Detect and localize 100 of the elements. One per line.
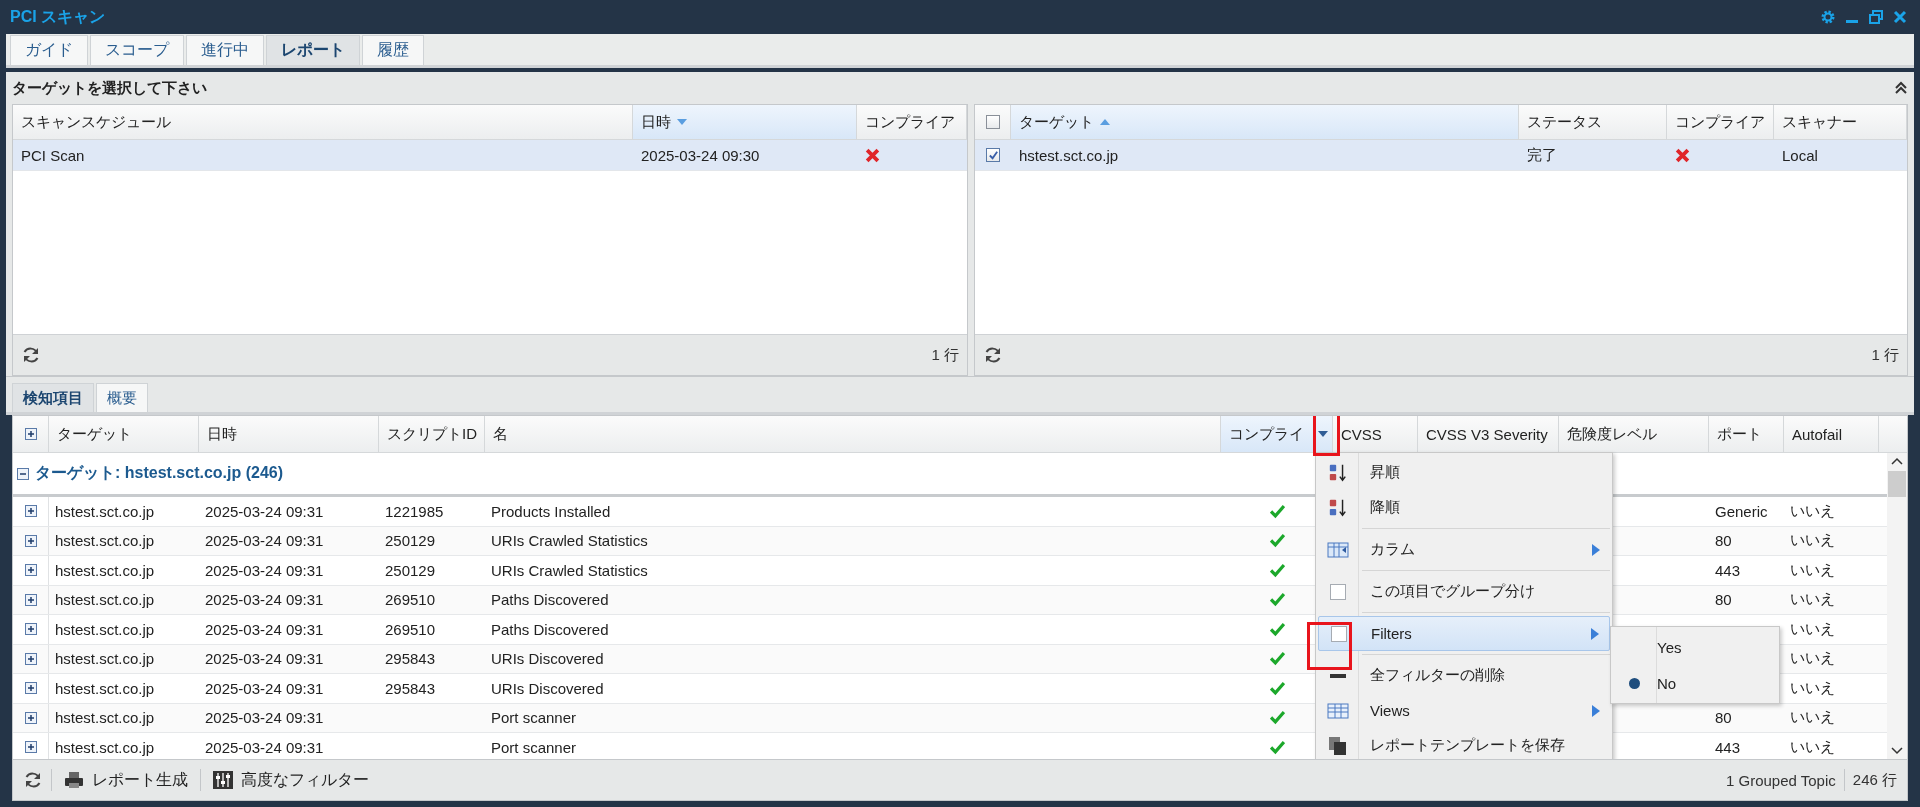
table-cell-text: hstest.sct.co.jp: [54, 561, 156, 579]
expand-row-icon[interactable]: [24, 534, 37, 547]
table-cell-text: Local: [1781, 146, 1819, 164]
expand-row-icon[interactable]: [24, 711, 37, 724]
expand-row-icon[interactable]: [24, 652, 37, 665]
column-header[interactable]: コンプライア: [857, 105, 967, 139]
table-cell: Generic: [1715, 502, 1768, 520]
target-row[interactable]: hstest.sct.co.jp 完了 Local: [975, 140, 1907, 171]
scrollbar-thumb[interactable]: [1888, 471, 1906, 497]
scroll-up-icon[interactable]: [1891, 457, 1903, 465]
column-header[interactable]: スキャナー: [1774, 105, 1907, 139]
minus-icon: [1330, 673, 1346, 678]
copy-icon: [1327, 735, 1349, 756]
tab[interactable]: 検知項目: [12, 383, 94, 412]
menu-item[interactable]: Yes: [1611, 629, 1779, 665]
highlight-frame: [1313, 416, 1340, 456]
table-cell-text: Port scanner: [490, 738, 578, 756]
table-cell-text: 2025-03-24 09:31: [204, 502, 325, 520]
table-cell-text: URIs Discovered: [490, 679, 605, 697]
tab[interactable]: 進行中: [186, 35, 264, 65]
row-checkbox[interactable]: [986, 148, 1000, 162]
table-cell: 250129: [385, 532, 436, 550]
table-cell: 443: [1715, 738, 1741, 756]
toolbar-button[interactable]: レポート生成: [60, 767, 192, 793]
table-cell-text: いいえ: [1789, 678, 1836, 698]
scroll-down-icon[interactable]: [1891, 747, 1903, 755]
table-cell-text: hstest.sct.co.jp: [54, 620, 156, 638]
table-cell-text: いいえ: [1789, 708, 1836, 728]
schedule-row[interactable]: PCI Scan 2025-03-24 09:30: [13, 140, 967, 171]
table-cell-text: いいえ: [1789, 619, 1836, 639]
table-cell-text: 2025-03-24 09:31: [204, 561, 325, 579]
tab[interactable]: スコープ: [90, 35, 184, 65]
table-cell-text: hstest.sct.co.jp: [54, 738, 156, 756]
expand-row-icon[interactable]: [24, 593, 37, 606]
window-title: PCI スキャン: [10, 6, 106, 27]
table-cell-text: URIs Discovered: [490, 650, 605, 668]
expand-all-icon[interactable]: [24, 428, 37, 440]
table-cell-text: hstest.sct.co.jp: [1018, 146, 1120, 164]
menu-item[interactable]: 全フィルターの削除: [1318, 658, 1610, 693]
refresh-icon[interactable]: [23, 770, 43, 790]
column-header[interactable]: ターゲット: [49, 416, 199, 452]
table-cell: 443: [1715, 561, 1741, 579]
column-header[interactable]: コンプライ: [1221, 416, 1333, 452]
columns-icon: [1327, 539, 1349, 560]
table-cell-text: hstest.sct.co.jp: [54, 591, 156, 609]
group-info: 1 Grouped Topic: [1726, 771, 1836, 789]
row-count: 1 行: [931, 345, 959, 365]
refresh-icon[interactable]: [21, 345, 41, 365]
menu-item[interactable]: この項目でグループ分け: [1318, 574, 1610, 609]
table-cell-text: いいえ: [1789, 590, 1836, 610]
column-header[interactable]: ステータス: [1519, 105, 1667, 139]
table-cell-text: Paths Discovered: [490, 620, 610, 638]
tab[interactable]: 概要: [96, 383, 148, 412]
menu-item[interactable]: No: [1611, 665, 1779, 701]
column-header[interactable]: ポート: [1709, 416, 1784, 452]
collapse-icon[interactable]: [1894, 81, 1908, 95]
table-cell-text: URIs Crawled Statistics: [490, 561, 649, 579]
tab[interactable]: レポート: [266, 35, 360, 65]
table-cell-text: いいえ: [1789, 501, 1836, 521]
column-header[interactable]: 日時: [633, 105, 857, 139]
table-cell-text: 2025-03-24 09:31: [204, 709, 325, 727]
menu-item[interactable]: Filters: [1318, 616, 1610, 651]
menu-item[interactable]: カラム: [1318, 532, 1610, 567]
column-header[interactable]: 日時: [199, 416, 379, 452]
highlight-frame: [1307, 622, 1352, 670]
row-count: 246 行: [1852, 770, 1897, 790]
expand-row-icon[interactable]: [24, 564, 37, 577]
restore-icon[interactable]: [1868, 9, 1884, 25]
expand-row-icon[interactable]: [24, 505, 37, 518]
table-cell-text: Paths Discovered: [490, 591, 610, 609]
select-all-checkbox[interactable]: [985, 115, 1000, 129]
column-header[interactable]: スクリプトID: [379, 416, 485, 452]
settings-icon[interactable]: [1820, 9, 1836, 25]
table-cell-text: PCI Scan: [20, 146, 86, 164]
tab[interactable]: ガイド: [10, 35, 88, 65]
expand-row-icon[interactable]: [24, 623, 37, 636]
table-cell: 80: [1715, 591, 1732, 609]
refresh-icon[interactable]: [983, 345, 1003, 365]
menu-item[interactable]: レポートテンプレートを保存: [1318, 728, 1610, 759]
table-cell: 269510: [385, 591, 436, 609]
close-icon[interactable]: [1892, 9, 1908, 25]
column-header[interactable]: Autofail: [1784, 416, 1879, 452]
table-cell-text: Port scanner: [490, 709, 578, 727]
menu-item[interactable]: 昇順: [1318, 455, 1610, 490]
menu-checkbox[interactable]: [1330, 583, 1346, 600]
expand-row-icon[interactable]: [24, 741, 37, 754]
dropdown-caret-icon[interactable]: [1318, 431, 1328, 437]
tab[interactable]: 履歴: [362, 35, 424, 65]
scrollbar[interactable]: [1887, 453, 1907, 759]
expand-row-icon[interactable]: [24, 682, 37, 695]
table-cell-text: いいえ: [1789, 531, 1836, 551]
menu-checkbox[interactable]: [1331, 625, 1347, 642]
toolbar-button[interactable]: 高度なフィルター: [209, 767, 373, 793]
menu-item[interactable]: Views: [1318, 693, 1610, 728]
column-header[interactable]: コンプライア: [1667, 105, 1774, 139]
table-cell: 295843: [385, 679, 436, 697]
table-cell-text: hstest.sct.co.jp: [54, 679, 156, 697]
column-header[interactable]: ターゲット: [1011, 105, 1519, 139]
collapse-group-icon[interactable]: [17, 467, 29, 480]
table-cell: 269510: [385, 620, 436, 638]
